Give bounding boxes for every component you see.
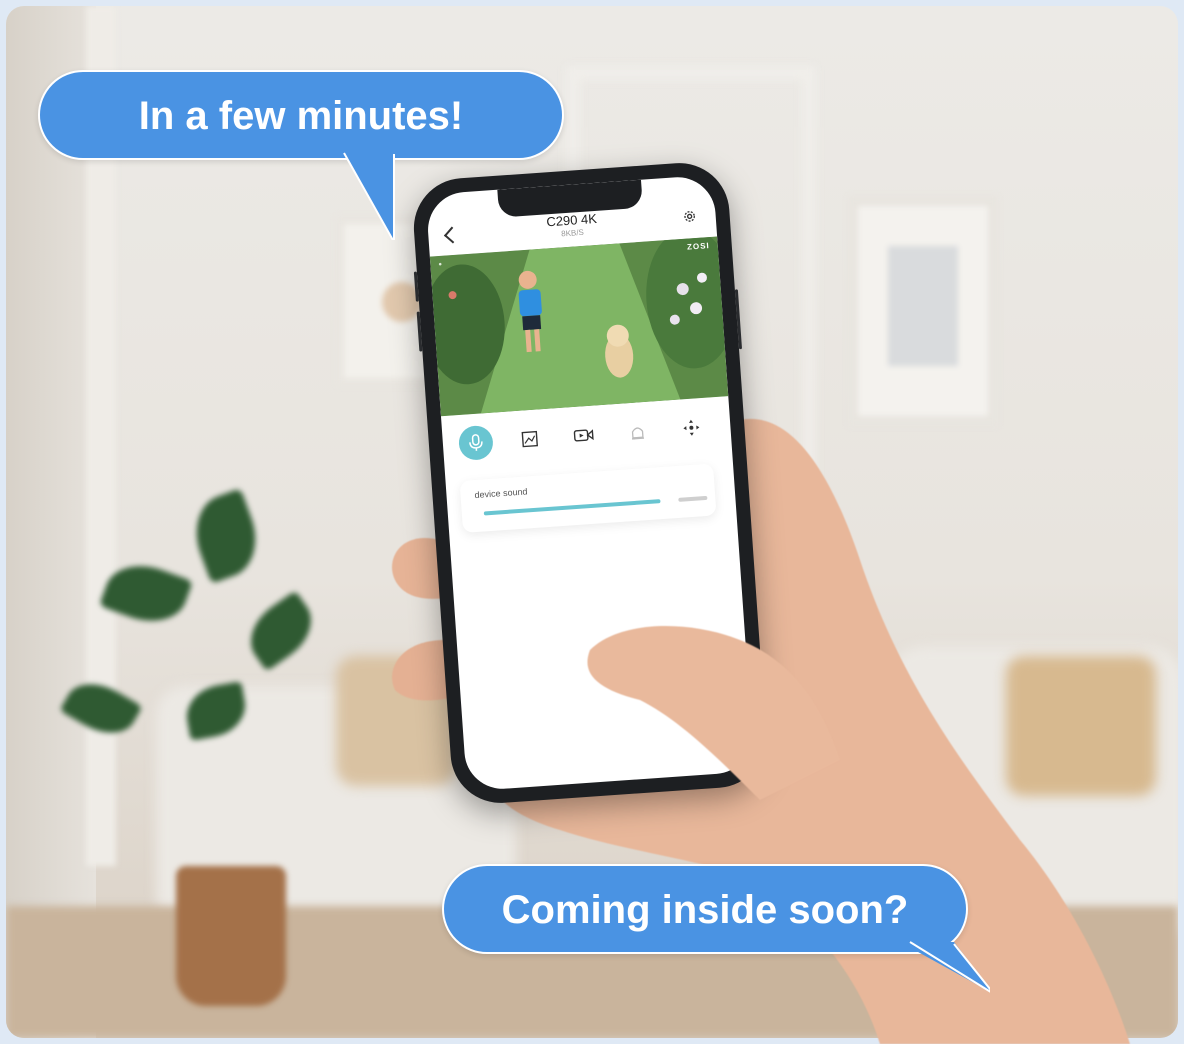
speech-bubble-top-tail: [343, 152, 395, 240]
speech-bubble-top: In a few minutes!: [38, 70, 564, 160]
speech-bubble-bottom: Coming inside soon?: [442, 864, 968, 954]
speech-bubble-bottom-tail: [900, 941, 990, 993]
